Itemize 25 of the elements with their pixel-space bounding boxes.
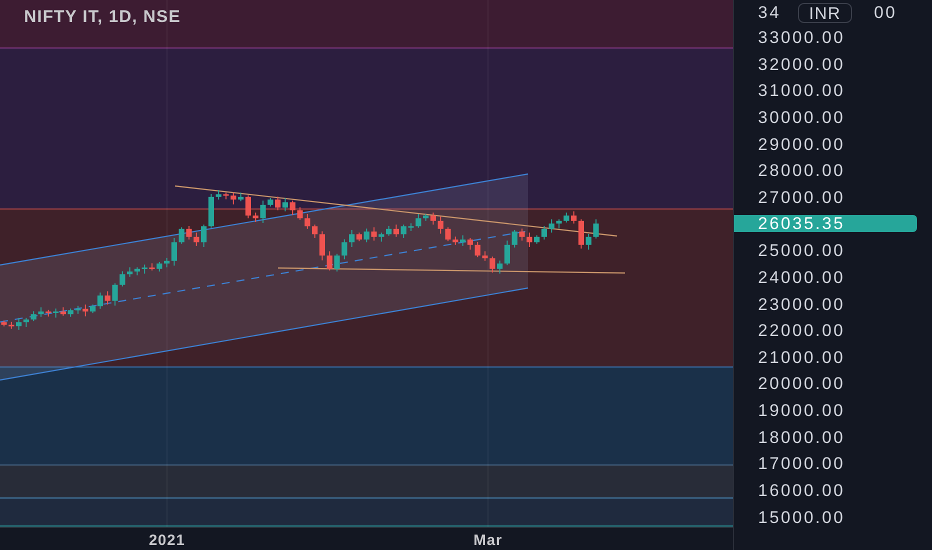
price-label: 23000.00 [758, 296, 845, 312]
price-label: 32000.00 [758, 56, 845, 73]
price-label: 34 [758, 4, 781, 21]
price-label: 19000.00 [758, 402, 845, 420]
price-label: 20000.00 [758, 375, 845, 392]
price-label: 33000.00 [758, 29, 845, 46]
price-label: 28000.00 [758, 162, 845, 180]
current-price-label: 26035.35 [734, 215, 917, 232]
price-label: 29000.00 [758, 136, 845, 153]
price-label: 17000.00 [758, 455, 845, 472]
price-label: 18000.00 [758, 428, 845, 446]
price-label: 00 [874, 4, 897, 21]
price-label: 22000.00 [758, 322, 845, 340]
price-label: 31000.00 [758, 82, 845, 100]
price-label: 30000.00 [758, 108, 845, 126]
price-label: 24000.00 [758, 268, 845, 286]
currency-button[interactable]: INR [798, 3, 852, 23]
price-label: 16000.00 [758, 482, 845, 500]
price-label: 25000.00 [758, 242, 845, 260]
time-label: Mar [474, 531, 502, 550]
time-label: 2021 [148, 531, 186, 550]
price-label: 21000.00 [758, 348, 845, 366]
price-label: 27000.00 [758, 188, 845, 206]
price-label: 15000.00 [758, 508, 845, 526]
chart-title: NIFTY IT, 1D, NSE [24, 6, 181, 28]
